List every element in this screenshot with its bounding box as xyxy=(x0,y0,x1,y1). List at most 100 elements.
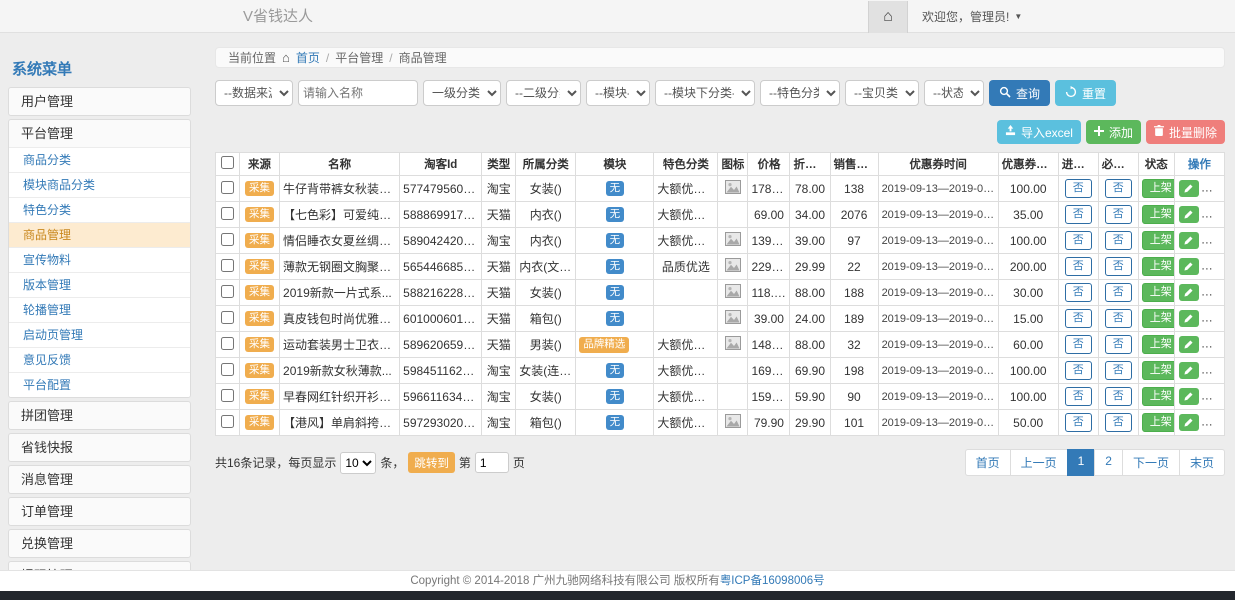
page-button[interactable]: 下一页 xyxy=(1122,449,1180,476)
icp-link[interactable]: 粤ICP备16098006号 xyxy=(720,575,825,587)
sidebar-subitem[interactable]: 平台配置 xyxy=(9,372,190,397)
edit-button[interactable] xyxy=(1179,232,1199,249)
import-optional-toggle[interactable]: 否 xyxy=(1065,231,1092,249)
breadcrumb-home-link[interactable]: 首页 xyxy=(296,49,320,66)
must-buy-toggle[interactable]: 否 xyxy=(1105,309,1132,327)
import-optional-toggle[interactable]: 否 xyxy=(1065,361,1092,379)
row-checkbox[interactable] xyxy=(221,181,234,194)
status-button[interactable]: 上架 xyxy=(1142,231,1175,249)
user-menu[interactable]: 欢迎您，管理员! ▼ xyxy=(922,8,1022,25)
select-all-checkbox[interactable] xyxy=(221,156,234,169)
edit-button[interactable] xyxy=(1179,362,1199,379)
edit-button[interactable] xyxy=(1179,310,1199,327)
sidebar-item[interactable]: 提现管理 xyxy=(9,562,190,570)
row-checkbox[interactable] xyxy=(221,207,234,220)
status-button[interactable]: 上架 xyxy=(1142,283,1175,301)
sidebar-item[interactable]: 平台管理 xyxy=(9,120,190,147)
per-page-select[interactable]: 10 xyxy=(340,452,376,474)
edit-button[interactable] xyxy=(1179,206,1199,223)
sidebar-item[interactable]: 兑换管理 xyxy=(9,530,190,557)
row-checkbox[interactable] xyxy=(221,311,234,324)
sidebar-subitem[interactable]: 版本管理 xyxy=(9,272,190,297)
cell-coupon-amount: 100.00 xyxy=(998,176,1058,202)
edit-button[interactable] xyxy=(1179,388,1199,405)
sidebar-subitem[interactable]: 商品分类 xyxy=(9,147,190,172)
filter-select-feature-category[interactable]: --特色分类-- xyxy=(760,80,840,106)
import-optional-toggle[interactable]: 否 xyxy=(1065,283,1092,301)
add-button[interactable]: 添加 xyxy=(1086,120,1141,144)
must-buy-toggle[interactable]: 否 xyxy=(1105,387,1132,405)
filter-select-module[interactable]: --模块-- xyxy=(586,80,650,106)
batch-delete-button[interactable]: 批量删除 xyxy=(1146,120,1225,144)
status-button[interactable]: 上架 xyxy=(1142,205,1175,223)
page-button[interactable]: 首页 xyxy=(965,449,1011,476)
sidebar-subitem[interactable]: 宣传物料 xyxy=(9,247,190,272)
row-checkbox[interactable] xyxy=(221,337,234,350)
sidebar-subitem[interactable]: 模块商品分类 xyxy=(9,172,190,197)
filter-select-category-level2[interactable]: --二级分类-- xyxy=(506,80,581,106)
sidebar-item[interactable]: 订单管理 xyxy=(9,498,190,525)
must-buy-toggle[interactable]: 否 xyxy=(1105,257,1132,275)
must-buy-toggle[interactable]: 否 xyxy=(1105,361,1132,379)
status-button[interactable]: 上架 xyxy=(1142,335,1175,353)
breadcrumb-separator: / xyxy=(326,51,329,65)
sidebar-item[interactable]: 拼团管理 xyxy=(9,402,190,429)
filter-select-data-source[interactable]: --数据来源-- xyxy=(215,80,293,106)
sidebar-item[interactable]: 消息管理 xyxy=(9,466,190,493)
status-button[interactable]: 上架 xyxy=(1142,413,1175,431)
cell-sales: 198 xyxy=(830,358,878,384)
import-excel-button[interactable]: 导入excel xyxy=(997,120,1081,144)
edit-button[interactable] xyxy=(1179,180,1199,197)
page-button[interactable]: 2 xyxy=(1094,449,1123,476)
filter-select-status[interactable]: --状态-- xyxy=(924,80,984,106)
must-buy-toggle[interactable]: 否 xyxy=(1105,205,1132,223)
filter-name-input[interactable] xyxy=(298,80,418,106)
status-button[interactable]: 上架 xyxy=(1142,257,1175,275)
row-checkbox[interactable] xyxy=(221,363,234,376)
row-checkbox[interactable] xyxy=(221,389,234,402)
import-optional-toggle[interactable]: 否 xyxy=(1065,335,1092,353)
page-button[interactable]: 末页 xyxy=(1179,449,1225,476)
edit-button[interactable] xyxy=(1179,284,1199,301)
filter-select-module-subcategory[interactable]: --模块下分类-- xyxy=(655,80,755,106)
page-button-active[interactable]: 1 xyxy=(1067,449,1096,476)
sidebar-subitem[interactable]: 轮播管理 xyxy=(9,297,190,322)
import-optional-toggle[interactable]: 否 xyxy=(1065,413,1092,431)
status-button[interactable]: 上架 xyxy=(1142,387,1175,405)
sidebar-item[interactable]: 用户管理 xyxy=(9,88,190,115)
sidebar-item[interactable]: 省钱快报 xyxy=(9,434,190,461)
sidebar-subitem-active[interactable]: 商品管理 xyxy=(9,222,190,247)
search-button[interactable]: 查询 xyxy=(989,80,1050,106)
import-optional-toggle[interactable]: 否 xyxy=(1065,257,1092,275)
edit-button[interactable] xyxy=(1179,258,1199,275)
edit-button[interactable] xyxy=(1179,414,1199,431)
import-optional-toggle[interactable]: 否 xyxy=(1065,309,1092,327)
reset-button[interactable]: 重置 xyxy=(1055,80,1116,106)
home-button[interactable]: ⌂ xyxy=(868,1,908,33)
status-button[interactable]: 上架 xyxy=(1142,309,1175,327)
status-button[interactable]: 上架 xyxy=(1142,179,1175,197)
filter-select-category-level1[interactable]: 一级分类 xyxy=(423,80,501,106)
sidebar-subitem[interactable]: 启动页管理 xyxy=(9,322,190,347)
page-number-input[interactable] xyxy=(475,452,509,473)
sidebar-subitem[interactable]: 特色分类 xyxy=(9,197,190,222)
must-buy-toggle[interactable]: 否 xyxy=(1105,413,1132,431)
row-checkbox[interactable] xyxy=(221,285,234,298)
row-checkbox[interactable] xyxy=(221,259,234,272)
page-button[interactable]: 上一页 xyxy=(1010,449,1068,476)
sidebar-subitem[interactable]: 意见反馈 xyxy=(9,347,190,372)
edit-button[interactable] xyxy=(1179,336,1199,353)
row-checkbox[interactable] xyxy=(221,415,234,428)
status-button[interactable]: 上架 xyxy=(1142,361,1175,379)
jump-button[interactable]: 跳转到 xyxy=(408,452,455,473)
import-optional-toggle[interactable]: 否 xyxy=(1065,205,1092,223)
must-buy-toggle[interactable]: 否 xyxy=(1105,179,1132,197)
row-checkbox[interactable] xyxy=(221,233,234,246)
must-buy-toggle[interactable]: 否 xyxy=(1105,335,1132,353)
import-optional-toggle[interactable]: 否 xyxy=(1065,387,1092,405)
table-row: 采集情侣睡衣女夏丝绸男士...589042420344淘宝内衣()无大额优惠券1… xyxy=(216,228,1225,254)
filter-select-item-type[interactable]: --宝贝类型-- xyxy=(845,80,919,106)
import-optional-toggle[interactable]: 否 xyxy=(1065,179,1092,197)
must-buy-toggle[interactable]: 否 xyxy=(1105,283,1132,301)
must-buy-toggle[interactable]: 否 xyxy=(1105,231,1132,249)
